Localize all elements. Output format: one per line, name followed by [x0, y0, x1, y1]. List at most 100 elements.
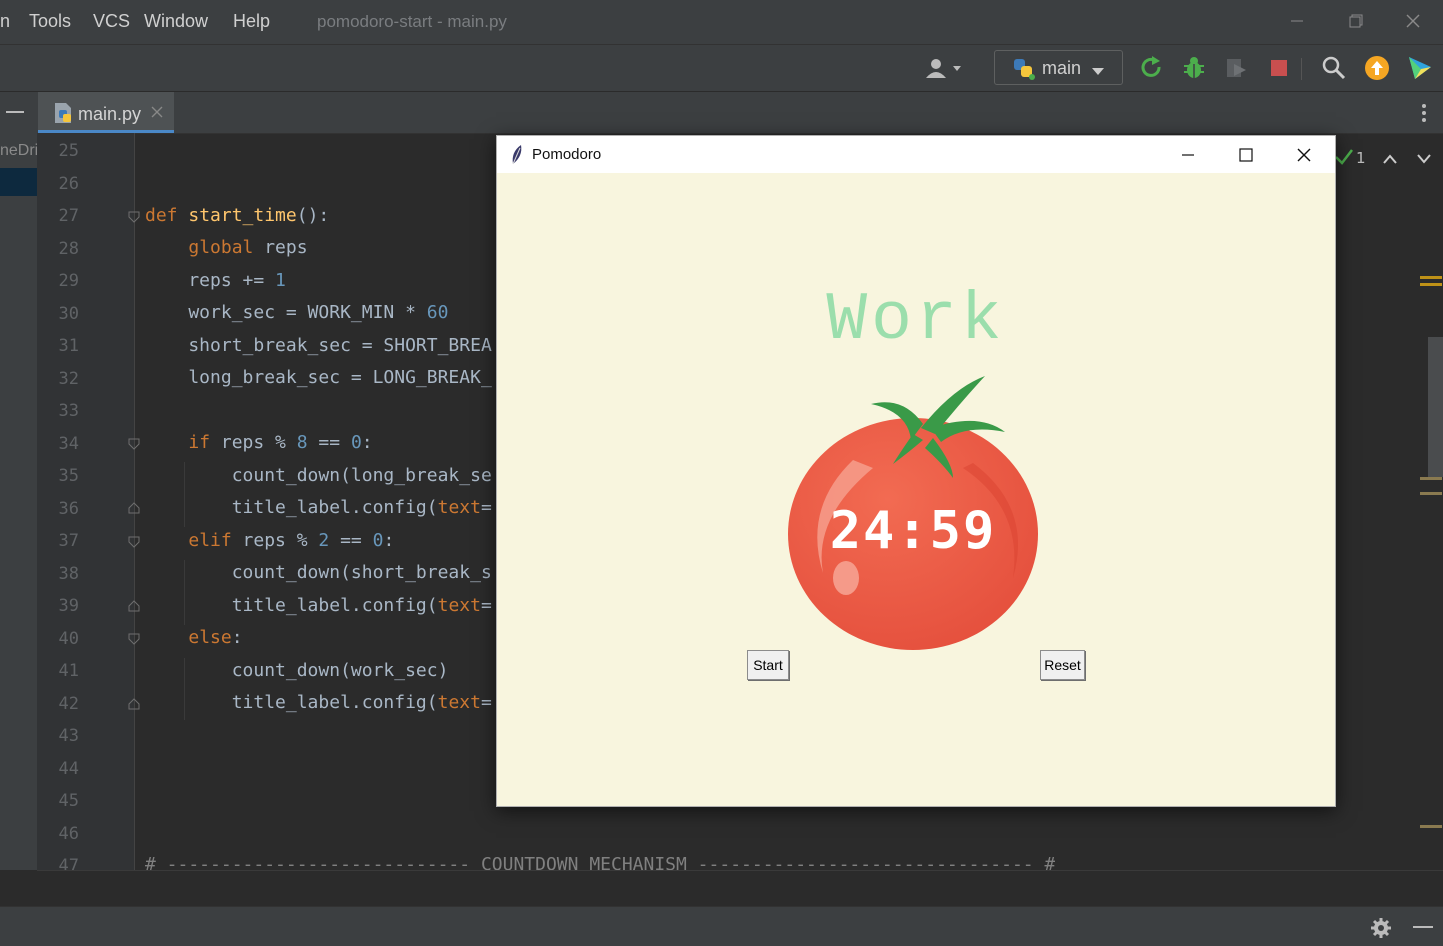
- restore-button[interactable]: [1340, 8, 1370, 34]
- code-line-39[interactable]: title_label.config(text=: [145, 595, 492, 616]
- project-tool-strip: [0, 133, 37, 870]
- code-line-30[interactable]: work_sec = WORK_MIN * 60: [145, 302, 448, 323]
- editor-tab-bar: [0, 92, 1443, 134]
- rerun-icon: [1141, 56, 1161, 77]
- pomodoro-close-button[interactable]: [1279, 140, 1329, 170]
- project-tree-fragment[interactable]: neDri: [0, 142, 37, 160]
- warning-stripe[interactable]: [1420, 492, 1442, 495]
- stop-icon: [1271, 60, 1287, 76]
- code-line-47[interactable]: # ---------------------------- COUNTDOWN…: [145, 854, 1055, 870]
- line-number: 37: [58, 531, 79, 551]
- search-everywhere-button[interactable]: [1322, 56, 1346, 80]
- fold-marker-icon[interactable]: [127, 631, 141, 650]
- code-line-27[interactable]: def start_time():: [145, 205, 329, 226]
- account-button[interactable]: [925, 57, 967, 85]
- line-number: 41: [58, 661, 79, 681]
- window-title: pomodoro-start - main.py: [317, 12, 507, 31]
- menu-item-tools[interactable]: Tools: [29, 11, 71, 32]
- indent-guide: [184, 462, 185, 527]
- next-highlight-button[interactable]: [1416, 150, 1432, 169]
- pomodoro-window-title: Pomodoro: [532, 146, 602, 163]
- pomodoro-maximize-button[interactable]: [1221, 140, 1271, 170]
- hide-panel-icon[interactable]: [6, 111, 24, 113]
- code-line-34[interactable]: if reps % 8 == 0:: [145, 432, 372, 453]
- close-window-button[interactable]: [1398, 8, 1428, 34]
- coverage-icon: [1227, 59, 1246, 77]
- code-line-40[interactable]: else:: [145, 627, 242, 648]
- menu-item-window[interactable]: Window: [144, 11, 208, 32]
- code-line-35[interactable]: count_down(long_break_se: [145, 465, 492, 486]
- close-icon: [1406, 14, 1420, 28]
- chevron-down-icon: [1091, 62, 1105, 81]
- reset-button[interactable]: Reset: [1040, 650, 1085, 680]
- code-line-42[interactable]: title_label.config(text=: [145, 692, 492, 713]
- hide-status-icon[interactable]: [1413, 926, 1433, 928]
- gear-icon: [1371, 918, 1391, 938]
- line-number: 30: [58, 303, 79, 324]
- code-line-37[interactable]: elif reps % 2 == 0:: [145, 530, 394, 551]
- ide-title-bar: [0, 0, 1443, 45]
- project-tree-selection[interactable]: [0, 168, 37, 196]
- coverage-button[interactable]: [1224, 56, 1248, 80]
- menu-item-vcs[interactable]: VCS: [93, 11, 130, 32]
- minimize-button[interactable]: [1282, 8, 1312, 34]
- code-line-29[interactable]: reps += 1: [145, 270, 286, 291]
- inspection-ok-icon[interactable]: [1334, 147, 1354, 171]
- search-icon: [1322, 56, 1346, 80]
- settings-button[interactable]: [1370, 917, 1392, 943]
- line-number: 28: [58, 238, 79, 259]
- code-line-36[interactable]: title_label.config(text=: [145, 497, 492, 518]
- code-line-28[interactable]: global reps: [145, 237, 307, 258]
- code-line-38[interactable]: count_down(short_break_s: [145, 562, 492, 583]
- line-number: 39: [58, 596, 79, 616]
- warning-stripe[interactable]: [1420, 825, 1442, 828]
- line-number: 26: [58, 173, 79, 194]
- vertical-scrollbar-thumb[interactable]: [1428, 337, 1443, 477]
- fold-end-icon[interactable]: [127, 598, 141, 617]
- code-line-31[interactable]: short_break_sec = SHORT_BREA: [145, 335, 491, 356]
- menu-item-help[interactable]: Help: [233, 11, 270, 32]
- more-options-button[interactable]: [1417, 102, 1431, 128]
- code-line-41[interactable]: count_down(work_sec): [145, 660, 449, 681]
- close-icon: [151, 106, 163, 118]
- fold-marker-icon[interactable]: [127, 436, 141, 455]
- debug-icon: [1184, 57, 1204, 78]
- line-number: 32: [58, 368, 79, 389]
- debug-button[interactable]: [1182, 56, 1206, 80]
- pomodoro-window: Pomodoro Work 24:59 Start Reset: [496, 135, 1336, 807]
- warning-stripe[interactable]: [1420, 276, 1442, 279]
- run-configuration-label: main: [1042, 58, 1082, 78]
- fold-marker-icon[interactable]: [127, 209, 141, 228]
- fold-end-icon[interactable]: [127, 696, 141, 715]
- fold-marker-icon[interactable]: [127, 534, 141, 553]
- previous-highlight-button[interactable]: [1382, 150, 1398, 169]
- menu-item-partial[interactable]: n: [0, 11, 10, 32]
- line-number: 36: [58, 498, 79, 519]
- line-number: 45: [58, 791, 79, 811]
- warning-stripe[interactable]: [1420, 283, 1442, 286]
- plugin-button[interactable]: [1407, 55, 1431, 79]
- start-button[interactable]: Start: [747, 650, 789, 680]
- line-number: 27: [58, 206, 79, 226]
- line-number: 25: [58, 141, 79, 161]
- code-line-32[interactable]: long_break_sec = LONG_BREAK_: [145, 367, 491, 388]
- tab-close-button[interactable]: [151, 103, 163, 122]
- python-file-icon: [52, 101, 74, 129]
- line-number: 34: [58, 433, 79, 454]
- update-icon: [1365, 56, 1389, 80]
- line-number: 43: [58, 726, 79, 746]
- chevron-down-icon: [1417, 154, 1431, 164]
- line-number: 29: [58, 271, 79, 291]
- line-number: 46: [58, 823, 79, 844]
- fold-end-icon[interactable]: [127, 500, 141, 519]
- minimize-icon: [1182, 154, 1194, 156]
- update-button[interactable]: [1364, 55, 1389, 80]
- title-label: Work: [826, 282, 1006, 359]
- restore-icon: [1349, 14, 1363, 28]
- tk-feather-icon: [509, 144, 525, 170]
- pomodoro-minimize-button[interactable]: [1163, 140, 1213, 170]
- line-number: 38: [58, 563, 79, 584]
- stop-button[interactable]: [1267, 56, 1291, 80]
- warning-stripe[interactable]: [1420, 477, 1442, 480]
- rerun-button[interactable]: [1140, 56, 1164, 80]
